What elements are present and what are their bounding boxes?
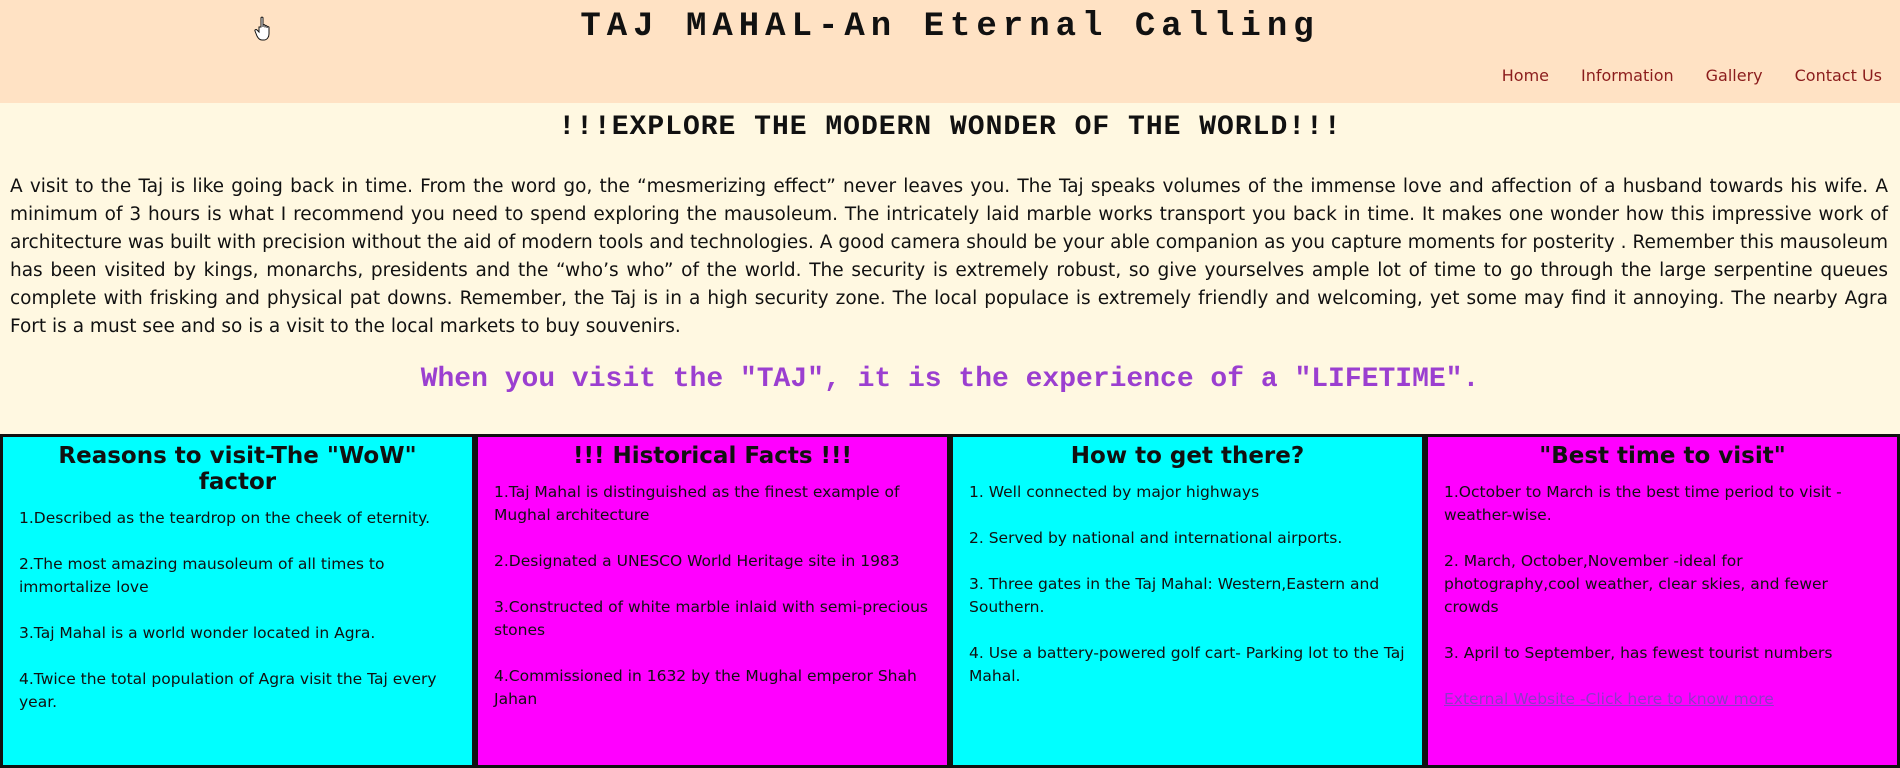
intro-paragraph: A visit to the Taj is like going back in…: [10, 176, 1888, 337]
page-heading: !!!EXPLORE THE MODERN WONDER OF THE WORL…: [558, 112, 1342, 143]
nav-gallery[interactable]: Gallery: [1706, 66, 1763, 85]
card-item: 1.Taj Mahal is distinguished as the fine…: [494, 483, 900, 524]
card-historical-facts: !!! Historical Facts !!! 1.Taj Mahal is …: [475, 434, 950, 768]
card-item: 3. April to September, has fewest touris…: [1444, 644, 1833, 662]
nav-information[interactable]: Information: [1581, 66, 1674, 85]
card-title: "Best time to visit": [1539, 443, 1786, 469]
hand-pointer-icon: [254, 16, 270, 41]
card-item: 3.Taj Mahal is a world wonder located in…: [19, 624, 376, 642]
card-item: 2. Served by national and international …: [969, 529, 1343, 547]
card-item: 4. Use a battery-powered golf cart- Park…: [969, 644, 1405, 685]
card-item: 2.The most amazing mausoleum of all time…: [19, 555, 385, 596]
card-reasons-to-visit: Reasons to visit-The "WoW" factor 1.Desc…: [0, 434, 475, 768]
card-title: !!! Historical Facts !!!: [572, 443, 853, 469]
card-title: How to get there?: [1070, 443, 1305, 469]
card-item: 2. March, October,November -ideal for ph…: [1444, 552, 1828, 616]
nav-home[interactable]: Home: [1502, 66, 1549, 85]
card-item: 1. Well connected by major highways: [969, 483, 1260, 501]
card-item: 4.Commissioned in 1632 by the Mughal emp…: [494, 667, 917, 708]
main-nav: Home Information Gallery Contact Us: [1470, 66, 1882, 85]
card-title: Reasons to visit-The "WoW" factor: [58, 443, 417, 495]
tagline: When you visit the "TAJ", it is the expe…: [420, 364, 1480, 395]
nav-contact-us[interactable]: Contact Us: [1795, 66, 1882, 85]
card-item: 3. Three gates in the Taj Mahal: Western…: [969, 575, 1380, 616]
card-item: 4.Twice the total population of Agra vis…: [19, 670, 437, 711]
info-cards: Reasons to visit-The "WoW" factor 1.Desc…: [0, 434, 1900, 768]
external-website-link[interactable]: External Website -Click here to know mor…: [1444, 690, 1774, 708]
site-title: TAJ MAHAL-An Eternal Calling: [580, 8, 1320, 46]
card-best-time-to-visit: "Best time to visit" 1.October to March …: [1425, 434, 1900, 768]
card-item: 1.Described as the teardrop on the cheek…: [19, 509, 431, 527]
card-how-to-get-there: How to get there? 1. Well connected by m…: [950, 434, 1425, 768]
card-item: 1.October to March is the best time peri…: [1444, 483, 1842, 524]
card-item: 2.Designated a UNESCO World Heritage sit…: [494, 552, 900, 570]
card-item: 3.Constructed of white marble inlaid wit…: [494, 598, 929, 639]
site-header: TAJ MAHAL-An Eternal Calling Home Inform…: [0, 0, 1900, 103]
